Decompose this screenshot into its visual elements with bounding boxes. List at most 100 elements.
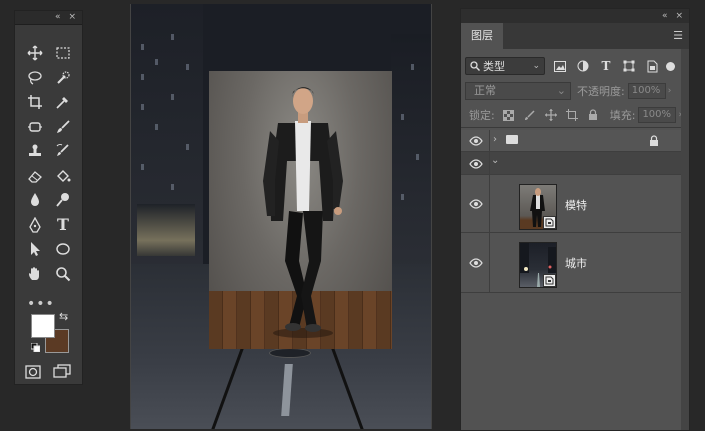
image-filter-icon[interactable] (552, 58, 568, 74)
building-window (186, 144, 189, 150)
layer-name[interactable]: 城市 (565, 255, 587, 271)
more-tools-icon[interactable]: ••• (27, 296, 55, 312)
path-select-tool-icon[interactable] (21, 237, 49, 262)
building-window (401, 194, 404, 200)
layer-city[interactable]: 城市 (461, 233, 689, 293)
history-brush-tool-icon[interactable] (49, 139, 77, 164)
building-window (155, 59, 158, 65)
expand-chevron-right-icon[interactable]: › (493, 134, 497, 145)
type-filter-icon[interactable]: T (598, 58, 614, 74)
building-window (155, 124, 158, 130)
visibility-eye-icon[interactable] (469, 258, 483, 268)
visibility-column-separator (489, 130, 490, 151)
collapse-panel-icon[interactable]: « (55, 11, 61, 24)
dodge-tool-icon[interactable] (49, 188, 77, 213)
building-window (411, 64, 414, 70)
opacity-label: 不透明度: (577, 85, 625, 98)
foreground-color-swatch[interactable] (31, 314, 55, 338)
opacity-slider-toggle-icon[interactable]: › (668, 86, 672, 96)
lock-position-icon[interactable] (544, 108, 558, 122)
building-window (186, 64, 189, 70)
model-figure (263, 87, 343, 338)
building-window (401, 114, 404, 120)
model-photo-layer[interactable] (209, 71, 392, 349)
quick-select-tool-icon[interactable] (49, 66, 77, 91)
building-window (141, 164, 144, 170)
layer-name[interactable]: 模特 (565, 197, 587, 213)
collapse-chevron-down-icon[interactable]: ⌄ (491, 155, 499, 166)
building-window (171, 184, 174, 190)
close-panel-icon[interactable]: × (68, 11, 76, 24)
building-window (141, 104, 144, 110)
type-tool-icon[interactable]: T (49, 213, 77, 238)
building-window (141, 74, 144, 80)
visibility-column-separator (489, 152, 490, 174)
layers-divider (461, 127, 689, 128)
blend-mode-value: 正常 (474, 84, 496, 97)
screen-mode-icon[interactable] (53, 364, 71, 378)
document-canvas[interactable] (130, 4, 432, 429)
lock-artboard-icon[interactable] (565, 108, 579, 122)
manhole (269, 348, 311, 358)
building-window (416, 154, 419, 160)
layers-scrollbar[interactable] (681, 49, 689, 430)
pen-tool-icon[interactable] (21, 213, 49, 238)
stamp-tool-icon[interactable] (21, 139, 49, 164)
filter-kind-label: 类型 (483, 60, 505, 73)
lock-transparent-pixels-icon[interactable] (502, 108, 516, 122)
building-window (171, 34, 174, 40)
lock-label: 锁定: (469, 109, 495, 122)
smart-object-filter-icon[interactable] (644, 58, 660, 74)
eraser-tool-icon[interactable] (21, 164, 49, 189)
filter-kind-select[interactable]: 类型 ⌄ (465, 57, 545, 75)
panel-menu-icon[interactable]: ☰ (673, 23, 683, 49)
blur-tool-icon[interactable] (21, 188, 49, 213)
close-panel-icon[interactable]: × (675, 11, 683, 21)
chevron-down-icon: ⌄ (556, 84, 566, 97)
visibility-column-separator (489, 175, 490, 232)
shape-filter-icon[interactable] (621, 58, 637, 74)
move-tool-icon[interactable] (21, 41, 49, 66)
zoom-tool-icon[interactable] (49, 262, 77, 287)
layer-locked-icon (650, 135, 658, 146)
layer-group-collapsed[interactable]: › (461, 130, 689, 152)
visibility-eye-icon[interactable] (469, 136, 483, 146)
lock-image-pixels-icon[interactable] (523, 108, 537, 122)
adjustment-filter-icon[interactable] (575, 58, 591, 74)
frame-tool-icon[interactable] (21, 115, 49, 140)
layer-model[interactable]: 模特 (461, 175, 689, 233)
tools-panel-titlebar: « × (15, 11, 82, 25)
visibility-eye-icon[interactable] (469, 159, 483, 169)
tab-layers[interactable]: 图层 (461, 23, 503, 49)
visibility-column-separator (489, 233, 490, 292)
filter-toggle-icon[interactable] (666, 61, 675, 71)
ellipse-tool-icon[interactable] (49, 237, 77, 262)
swap-colors-icon[interactable]: ⇆ (59, 310, 68, 323)
marquee-tool-icon[interactable] (49, 41, 77, 66)
fill-field[interactable]: 100% (638, 107, 677, 123)
folder-icon (506, 135, 518, 144)
layers-panel-titlebar: « × (461, 9, 689, 23)
search-icon (470, 61, 480, 71)
hand-tool-icon[interactable] (21, 262, 49, 287)
lasso-tool-icon[interactable] (21, 66, 49, 91)
brush-tool-icon[interactable] (49, 115, 77, 140)
crop-tool-icon[interactable] (21, 90, 49, 115)
eyedropper-tool-icon[interactable] (49, 90, 77, 115)
type-filter-glyph: T (601, 59, 611, 73)
type-tool-glyph: T (57, 215, 69, 235)
building-window (171, 94, 174, 100)
collapse-panel-icon[interactable]: « (662, 11, 668, 21)
smart-object-badge-icon (543, 216, 556, 229)
storefront-light (137, 204, 195, 256)
fill-label: 填充: (609, 109, 636, 122)
visibility-eye-icon[interactable] (469, 199, 483, 209)
layer-group-expanded[interactable]: ⌄ (461, 152, 689, 175)
chevron-down-icon: ⌄ (532, 61, 540, 71)
blend-mode-select[interactable]: 正常 ⌄ (465, 82, 571, 100)
default-colors-icon[interactable] (31, 343, 40, 352)
opacity-field[interactable]: 100% (627, 83, 666, 99)
lock-all-icon[interactable] (586, 108, 600, 122)
quick-mask-icon[interactable] (25, 365, 41, 379)
paint-bucket-tool-icon[interactable] (49, 164, 77, 189)
